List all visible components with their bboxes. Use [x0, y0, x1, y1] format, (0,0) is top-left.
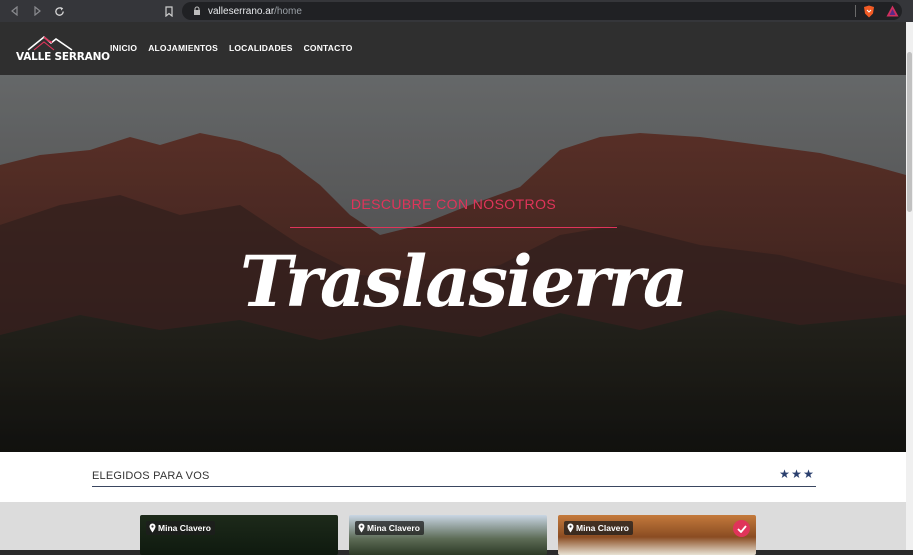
map-pin-icon [357, 523, 365, 533]
toolbar-divider [855, 5, 856, 17]
hero-title: Traslasierra [240, 240, 688, 323]
menu-alojamientos[interactable]: ALOJAMIENTOS [148, 43, 218, 53]
url-path: /home [274, 5, 302, 17]
card-location-label: Mina Clavero [576, 523, 629, 533]
map-pin-icon [148, 523, 156, 533]
star-icon: ★ [803, 467, 814, 481]
hero-banner: DESCUBRE CON NOSOTROS Traslasierra [0, 75, 906, 452]
card-location-badge: Mina Clavero [146, 521, 215, 535]
reload-icon[interactable] [48, 0, 70, 22]
back-icon[interactable] [4, 0, 26, 22]
listing-card[interactable]: Mina Clavero [140, 515, 338, 555]
featured-section: ELEGIDOS PARA VOS ★ ★ ★ [0, 452, 906, 502]
browser-toolbar: valleserrano.ar/home [0, 0, 913, 22]
rating-stars: ★ ★ ★ [779, 467, 814, 481]
card-location-label: Mina Clavero [367, 523, 420, 533]
address-bar[interactable]: valleserrano.ar/home [182, 2, 902, 20]
listing-card[interactable]: Mina Clavero [349, 515, 547, 555]
card-location-badge: Mina Clavero [564, 521, 633, 535]
map-pin-icon [566, 523, 574, 533]
brave-rewards-icon[interactable] [885, 4, 899, 18]
site-header: VALLE SERRANO INICIO ALOJAMIENTOS LOCALI… [0, 22, 906, 75]
url-host: valleserrano.ar [208, 5, 275, 17]
forward-icon[interactable] [26, 0, 48, 22]
bookmark-icon[interactable] [162, 4, 176, 18]
section-title: ELEGIDOS PARA VOS [92, 470, 210, 482]
hero-subtitle: DESCUBRE CON NOSOTROS [350, 196, 557, 212]
star-icon: ★ [791, 467, 802, 481]
lock-icon [192, 6, 202, 16]
star-icon: ★ [779, 467, 790, 481]
menu-inicio[interactable]: INICIO [110, 43, 137, 53]
card-location-label: Mina Clavero [158, 523, 211, 533]
verified-check-icon [733, 520, 750, 537]
section-divider [92, 486, 816, 487]
cards-area: Mina Clavero Mina Clavero Mina Clavero [0, 502, 906, 555]
main-menu: INICIO ALOJAMIENTOS LOCALIDADES CONTACTO [110, 43, 353, 53]
menu-contacto[interactable]: CONTACTO [304, 43, 353, 53]
menu-localidades[interactable]: LOCALIDADES [229, 43, 293, 53]
card-location-badge: Mina Clavero [355, 521, 424, 535]
logo-text: VALLE SERRANO [16, 51, 110, 63]
listing-card[interactable]: Mina Clavero [558, 515, 756, 555]
brave-shield-icon[interactable] [862, 4, 876, 18]
scrollbar-thumb[interactable] [907, 52, 912, 212]
hero-divider [290, 227, 617, 228]
page-scrollbar[interactable] [906, 22, 913, 550]
